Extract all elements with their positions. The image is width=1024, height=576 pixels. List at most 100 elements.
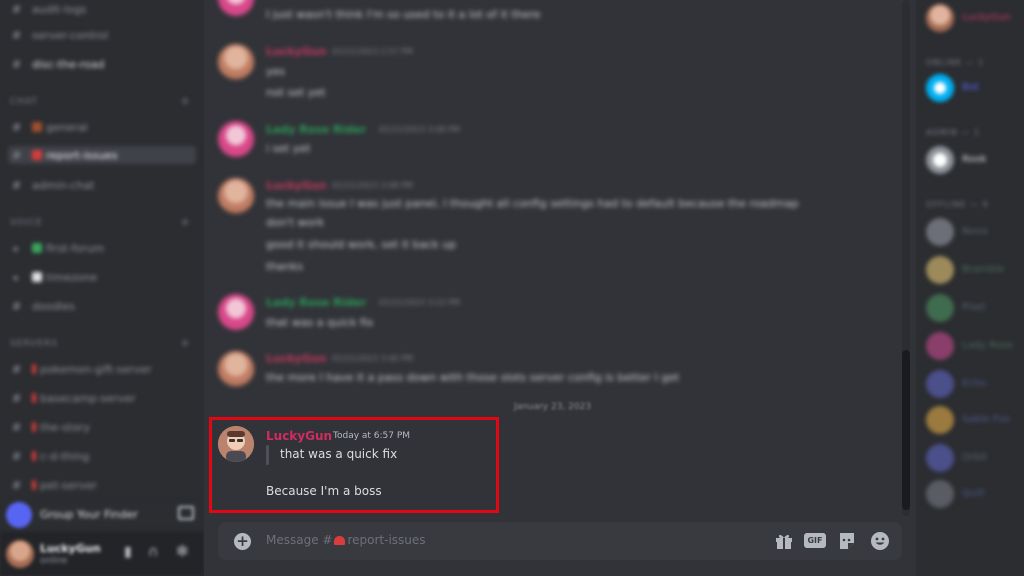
emoji-icon[interactable] bbox=[870, 531, 890, 551]
channel-item[interactable]: # pet-server bbox=[12, 476, 97, 494]
member-name[interactable]: LuckyGun bbox=[962, 12, 1011, 23]
message-author[interactable]: LuckyGun bbox=[266, 429, 332, 443]
category-header[interactable]: CHAT bbox=[10, 97, 38, 107]
discord-window: # audit-logs # server-control # disc-the-ro… bbox=[0, 0, 1024, 576]
member-name[interactable]: Pixel bbox=[962, 302, 985, 313]
avatar[interactable] bbox=[926, 146, 954, 174]
gif-button[interactable]: GIF bbox=[804, 533, 826, 548]
hash-icon: # bbox=[12, 57, 22, 71]
message-line: the more I have it a pass down with thos… bbox=[266, 371, 680, 384]
avatar[interactable] bbox=[218, 44, 254, 80]
message-line: good it should work, set it back up bbox=[266, 238, 457, 251]
channel-item[interactable]: # the-story bbox=[12, 418, 90, 436]
mic-icon[interactable]: ▮ bbox=[124, 544, 132, 560]
channel-item[interactable]: # audit-logs bbox=[12, 0, 87, 18]
hash-icon: # bbox=[12, 120, 22, 134]
message-input[interactable] bbox=[266, 532, 706, 550]
hash-icon: # bbox=[12, 178, 22, 192]
avatar[interactable] bbox=[926, 218, 954, 246]
avatar[interactable] bbox=[926, 4, 954, 32]
emoji-icon bbox=[32, 122, 42, 132]
message-author[interactable]: LuckyGun bbox=[266, 179, 327, 192]
avatar[interactable] bbox=[926, 480, 954, 508]
voice-avatar bbox=[6, 502, 32, 528]
user-status: online bbox=[40, 556, 68, 566]
member-name[interactable]: Bramble bbox=[962, 264, 1004, 275]
avatar[interactable] bbox=[218, 426, 254, 462]
avatar[interactable] bbox=[926, 332, 954, 360]
message-line: yes bbox=[266, 65, 286, 78]
channel-item[interactable]: # admin-chat bbox=[12, 176, 95, 194]
add-channel-icon[interactable]: + bbox=[180, 336, 190, 350]
channel-item[interactable]: # disc-the-road bbox=[12, 55, 105, 73]
channel-item[interactable]: # server-control bbox=[12, 26, 108, 44]
member-name[interactable]: Lady Rose bbox=[962, 340, 1013, 351]
sticker-icon[interactable] bbox=[838, 531, 856, 551]
hash-icon: # bbox=[12, 362, 22, 376]
message-timestamp: 01/21/2023 3:06 PM bbox=[379, 125, 460, 134]
message-author[interactable]: LuckyGun bbox=[266, 45, 327, 58]
avatar[interactable] bbox=[926, 294, 954, 322]
gift-icon[interactable] bbox=[774, 531, 794, 551]
avatar[interactable] bbox=[926, 256, 954, 284]
message-timestamp: 01/21/2023 3:08 PM bbox=[332, 181, 413, 190]
channel-item[interactable]: # pokemon-gift-server bbox=[12, 360, 152, 378]
screen-icon[interactable] bbox=[178, 506, 194, 520]
channel-item[interactable]: # c-d-thing bbox=[12, 447, 89, 465]
member-group-header: ADMIN — 1 bbox=[926, 128, 981, 137]
hash-icon: # bbox=[12, 391, 22, 405]
alert-icon bbox=[32, 150, 42, 160]
avatar[interactable] bbox=[926, 406, 954, 434]
chat-area: I just wasn't think I'm so used to it a … bbox=[204, 0, 916, 576]
hash-icon: # bbox=[12, 148, 22, 162]
member-name[interactable]: Rook bbox=[962, 154, 987, 165]
message-line: not set yet bbox=[266, 86, 326, 99]
channel-item[interactable]: ◂ timezone bbox=[12, 268, 97, 286]
member-name[interactable]: Quill bbox=[962, 488, 985, 499]
voice-connected-bar[interactable]: Group Your Finder bbox=[0, 500, 204, 530]
avatar[interactable] bbox=[218, 351, 254, 387]
avatar[interactable] bbox=[926, 74, 954, 102]
message-author[interactable]: LuckyGun bbox=[266, 352, 327, 365]
avatar[interactable] bbox=[6, 540, 34, 568]
channel-item[interactable]: # doodles bbox=[12, 297, 75, 315]
settings-icon[interactable]: ✻ bbox=[176, 542, 189, 560]
avatar[interactable] bbox=[218, 0, 254, 16]
quoted-text: that was a quick fix bbox=[280, 447, 398, 461]
category-header[interactable]: VOICE bbox=[10, 218, 43, 228]
upload-plus-button[interactable]: + bbox=[234, 533, 251, 550]
avatar[interactable] bbox=[218, 294, 254, 330]
add-channel-icon[interactable]: + bbox=[180, 215, 190, 229]
hash-icon: # bbox=[12, 420, 22, 434]
channel-item[interactable]: # general bbox=[12, 118, 88, 136]
date-divider: January 23, 2023 bbox=[514, 402, 592, 412]
channel-sidebar: # audit-logs # server-control # disc-the-ro… bbox=[0, 0, 204, 576]
quote-bar bbox=[266, 445, 269, 465]
member-name[interactable]: Sable Fox bbox=[962, 414, 1010, 425]
marker-icon bbox=[32, 393, 36, 403]
channel-item-active[interactable]: # report-issues bbox=[8, 146, 196, 164]
channel-item[interactable]: # basecamp-server bbox=[12, 389, 136, 407]
message-author[interactable]: Lady Rose Rider bbox=[266, 123, 366, 136]
channel-item[interactable]: ◂ first-forum bbox=[12, 239, 104, 257]
message-timestamp: 01/21/2023 3:22 PM bbox=[379, 298, 460, 307]
member-name[interactable]: Orbit bbox=[962, 452, 987, 463]
message-composer: + Message # report-issues GIF bbox=[218, 522, 902, 560]
headphones-icon[interactable]: ∩ bbox=[148, 544, 158, 560]
member-name[interactable]: Bot bbox=[962, 82, 979, 93]
member-name[interactable]: Echo bbox=[962, 378, 986, 389]
marker-icon bbox=[32, 364, 36, 374]
user-name: LuckyGun bbox=[40, 542, 101, 555]
scrollbar-thumb[interactable] bbox=[902, 350, 910, 510]
hash-icon: # bbox=[12, 478, 22, 492]
avatar[interactable] bbox=[218, 121, 254, 157]
avatar[interactable] bbox=[218, 178, 254, 214]
avatar[interactable] bbox=[926, 444, 954, 472]
category-header[interactable]: SERVERS bbox=[10, 339, 58, 349]
message-line: the main issue I was just panel, I thoug… bbox=[266, 197, 799, 210]
message-author[interactable]: Lady Rose Rider bbox=[266, 296, 366, 309]
message-history: I just wasn't think I'm so used to it a … bbox=[204, 0, 904, 410]
member-name[interactable]: Nova bbox=[962, 226, 988, 237]
avatar[interactable] bbox=[926, 370, 954, 398]
add-channel-icon[interactable]: + bbox=[180, 94, 190, 108]
